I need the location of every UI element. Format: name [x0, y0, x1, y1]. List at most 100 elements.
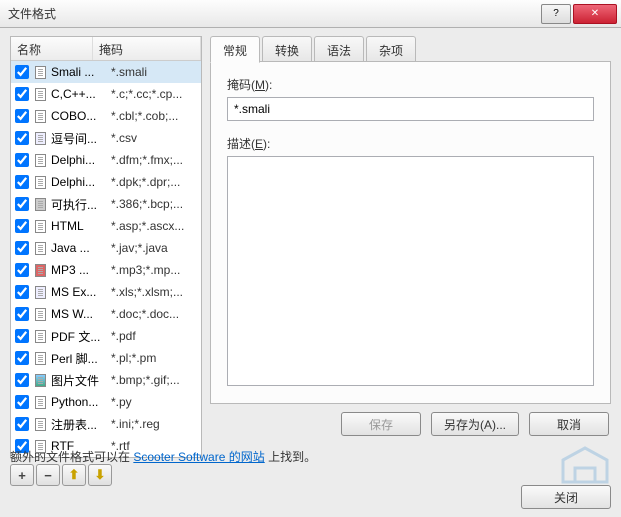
list-header: 名称 掩码 — [11, 37, 201, 61]
doc-icon — [33, 153, 47, 167]
desc-textarea[interactable] — [227, 156, 594, 386]
row-name: 可执行... — [51, 196, 107, 213]
doc-icon — [33, 329, 47, 343]
dialog-content: 名称 掩码 Smali ...*.smaliC,C++...*.c;*.cc;*… — [0, 28, 621, 517]
footer-info: 额外的文件格式可以在 Scooter Software 的网站 上找到。 — [10, 448, 611, 465]
tab-body: 掩码(M): 描述(E): — [210, 62, 611, 404]
row-checkbox[interactable] — [15, 153, 29, 167]
row-checkbox[interactable] — [15, 219, 29, 233]
col-name[interactable]: 名称 — [11, 37, 93, 60]
col-mask[interactable]: 掩码 — [93, 37, 201, 60]
table-row[interactable]: COBO...*.cbl;*.cob;... — [11, 105, 201, 127]
row-name: MP3 ... — [51, 263, 107, 277]
row-checkbox[interactable] — [15, 65, 29, 79]
close-window-button[interactable]: ✕ — [573, 4, 617, 24]
cancel-button[interactable]: 取消 — [529, 412, 609, 436]
row-mask: *.mp3;*.mp... — [107, 263, 199, 277]
button-row: 保存 另存为(A)... 取消 — [210, 412, 611, 436]
row-checkbox[interactable] — [15, 175, 29, 189]
table-row[interactable]: PDF 文...*.pdf — [11, 325, 201, 347]
table-row[interactable]: MP3 ...*.mp3;*.mp... — [11, 259, 201, 281]
scooter-link[interactable]: Scooter Software 的网站 — [133, 450, 264, 464]
doc-icon — [33, 241, 47, 255]
doc-icon — [33, 351, 47, 365]
row-mask: *.dpk;*.dpr;... — [107, 175, 199, 189]
row-name: Delphi... — [51, 153, 107, 167]
mp3-icon — [33, 263, 47, 277]
table-row[interactable]: Smali ...*.smali — [11, 61, 201, 83]
row-checkbox[interactable] — [15, 109, 29, 123]
table-row[interactable]: MS W...*.doc;*.doc... — [11, 303, 201, 325]
row-mask: *.pdf — [107, 329, 199, 343]
tabs: 常规 转换 语法 杂项 — [210, 36, 611, 62]
row-name: 图片文件 — [51, 372, 107, 389]
saveas-button[interactable]: 另存为(A)... — [431, 412, 519, 436]
row-name: C,C++... — [51, 87, 107, 101]
doc-icon — [33, 395, 47, 409]
row-mask: *.ini;*.reg — [107, 417, 199, 431]
table-row[interactable]: 注册表...*.ini;*.reg — [11, 413, 201, 435]
row-checkbox[interactable] — [15, 197, 29, 211]
doc-icon — [33, 109, 47, 123]
row-name: HTML — [51, 219, 107, 233]
doc-icon — [33, 87, 47, 101]
table-row[interactable]: 可执行...*.386;*.bcp;... — [11, 193, 201, 215]
grid-icon — [33, 285, 47, 299]
row-checkbox[interactable] — [15, 417, 29, 431]
table-row[interactable]: Delphi...*.dfm;*.fmx;... — [11, 149, 201, 171]
mask-label: 掩码(M): — [227, 76, 594, 93]
row-name: Java ... — [51, 241, 107, 255]
row-mask: *.c;*.cc;*.cp... — [107, 87, 199, 101]
row-name: Python... — [51, 395, 107, 409]
row-mask: *.smali — [107, 65, 199, 79]
row-checkbox[interactable] — [15, 373, 29, 387]
move-up-button[interactable]: ⬆ — [62, 464, 86, 486]
row-mask: *.386;*.bcp;... — [107, 197, 199, 211]
tab-syntax[interactable]: 语法 — [314, 36, 364, 62]
hex-icon — [33, 197, 47, 211]
row-checkbox[interactable] — [15, 351, 29, 365]
row-checkbox[interactable] — [15, 87, 29, 101]
row-mask: *.py — [107, 395, 199, 409]
row-checkbox[interactable] — [15, 131, 29, 145]
row-name: PDF 文... — [51, 328, 107, 345]
row-mask: *.dfm;*.fmx;... — [107, 153, 199, 167]
list-body[interactable]: Smali ...*.smaliC,C++...*.c;*.cc;*.cp...… — [11, 61, 201, 457]
table-row[interactable]: 逗号间...*.csv — [11, 127, 201, 149]
table-row[interactable]: 图片文件*.bmp;*.gif;... — [11, 369, 201, 391]
doc-icon — [33, 417, 47, 431]
row-mask: *.jav;*.java — [107, 241, 199, 255]
mask-input[interactable] — [227, 97, 594, 121]
row-mask: *.xls;*.xlsm;... — [107, 285, 199, 299]
tab-general[interactable]: 常规 — [210, 36, 260, 63]
table-row[interactable]: Delphi...*.dpk;*.dpr;... — [11, 171, 201, 193]
add-button[interactable]: + — [10, 464, 34, 486]
tab-misc[interactable]: 杂项 — [366, 36, 416, 62]
tab-convert[interactable]: 转换 — [262, 36, 312, 62]
table-row[interactable]: HTML*.asp;*.ascx... — [11, 215, 201, 237]
move-down-button[interactable]: ⬇ — [88, 464, 112, 486]
row-name: MS W... — [51, 307, 107, 321]
row-name: Delphi... — [51, 175, 107, 189]
row-checkbox[interactable] — [15, 285, 29, 299]
row-checkbox[interactable] — [15, 263, 29, 277]
row-mask: *.asp;*.ascx... — [107, 219, 199, 233]
row-checkbox[interactable] — [15, 241, 29, 255]
doc-icon — [33, 439, 47, 453]
table-row[interactable]: Python...*.py — [11, 391, 201, 413]
table-row[interactable]: MS Ex...*.xls;*.xlsm;... — [11, 281, 201, 303]
table-row[interactable]: Perl 脚...*.pl;*.pm — [11, 347, 201, 369]
img-icon — [33, 373, 47, 387]
save-button[interactable]: 保存 — [341, 412, 421, 436]
close-button[interactable]: 关闭 — [521, 485, 611, 509]
table-row[interactable]: Java ...*.jav;*.java — [11, 237, 201, 259]
list-toolbar: + − ⬆ ⬇ — [10, 464, 202, 486]
doc-icon — [33, 65, 47, 79]
remove-button[interactable]: − — [36, 464, 60, 486]
row-checkbox[interactable] — [15, 395, 29, 409]
table-row[interactable]: C,C++...*.c;*.cc;*.cp... — [11, 83, 201, 105]
help-button[interactable]: ? — [541, 4, 571, 24]
row-checkbox[interactable] — [15, 307, 29, 321]
format-list-panel: 名称 掩码 Smali ...*.smaliC,C++...*.c;*.cc;*… — [10, 36, 202, 458]
row-checkbox[interactable] — [15, 329, 29, 343]
